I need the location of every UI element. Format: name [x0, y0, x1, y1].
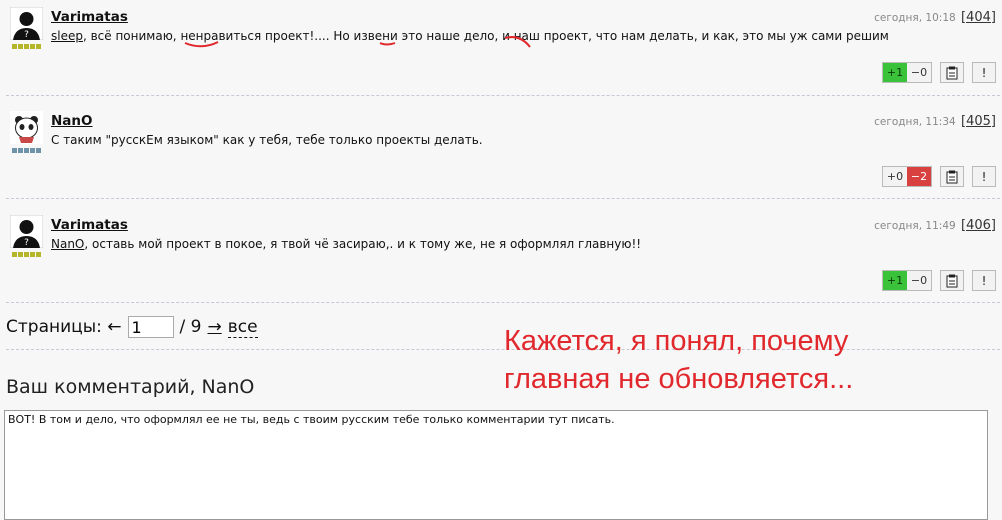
comment-controls: +1 −0 ! [882, 270, 996, 291]
comment-406: ? Varimatas сегодня, 11:49 [406] NanO, о… [0, 208, 1002, 303]
user-rating-indicator [12, 252, 41, 257]
vote-down-button[interactable]: −0 [907, 63, 931, 82]
pagination: Страницы: ← / 9 → все [6, 316, 258, 338]
comment-meta: сегодня, 11:49 [406] [874, 218, 996, 233]
quote-button[interactable] [940, 270, 964, 291]
default-avatar-icon[interactable]: ? [10, 215, 43, 248]
comment-405: NanO сегодня, 11:34 [405] С таким "русск… [0, 104, 1002, 199]
pagination-all-link[interactable]: все [227, 317, 258, 338]
report-button[interactable]: ! [972, 62, 996, 83]
clipboard-icon [946, 274, 958, 287]
clipboard-icon [946, 170, 958, 183]
pagination-next-link[interactable]: → [207, 317, 221, 337]
vote-up-button[interactable]: +1 [883, 271, 907, 290]
comment-text: NanO, оставь мой проект в покое, я твой … [51, 237, 642, 251]
vote-down-button[interactable]: −0 [907, 271, 931, 290]
comment-number-link[interactable]: [405] [961, 114, 996, 129]
red-underline-marks [184, 36, 531, 48]
comment-separator [6, 95, 1000, 96]
user-rating-indicator [12, 148, 41, 153]
pagination-total: / 9 [179, 317, 202, 337]
comment-text: С таким "русскЕм языком" как у тебя, теб… [51, 133, 483, 147]
pagination-prev-label[interactable]: Страницы: ← [6, 317, 122, 337]
red-annotation-text: Кажется, я понял, почему главная не обно… [504, 325, 854, 395]
report-button[interactable]: ! [972, 166, 996, 187]
comment-number-link[interactable]: [406] [961, 218, 996, 233]
comment-separator [6, 302, 1000, 303]
vote-up-button[interactable]: +0 [883, 167, 907, 186]
comment-textarea[interactable]: ВОТ! В том и дело, что оформлял ее не ты… [4, 410, 988, 520]
quote-button[interactable] [940, 62, 964, 83]
comment-controls: +1 −0 ! [882, 62, 996, 83]
vote-widget: +1 −0 [882, 270, 932, 291]
comment-time: сегодня, 11:34 [874, 116, 956, 128]
reply-ref-link[interactable]: NanO [51, 237, 84, 251]
vote-widget: +1 −0 [882, 62, 932, 83]
quote-button[interactable] [940, 166, 964, 187]
comment-form-title: Ваш комментарий, NanO [6, 376, 255, 398]
comment-meta: сегодня, 11:34 [405] [874, 114, 996, 129]
page-number-input[interactable] [127, 316, 174, 338]
report-button[interactable]: ! [972, 270, 996, 291]
vote-up-button[interactable]: +1 [883, 63, 907, 82]
comment-author[interactable]: NanO [51, 113, 93, 129]
comment-time: сегодня, 11:49 [874, 220, 956, 232]
comment-author[interactable]: Varimatas [51, 217, 128, 233]
vote-widget: +0 −2 [882, 166, 932, 187]
comment-controls: +0 −2 ! [882, 166, 996, 187]
panda-avatar-icon[interactable] [10, 111, 43, 144]
vote-down-button[interactable]: −2 [907, 167, 931, 186]
svg-text:?: ? [24, 238, 29, 248]
comment-404: ? Varimatas сегодня, 10:18 [404] sleep, … [0, 0, 1002, 95]
comment-separator [6, 198, 1000, 199]
clipboard-icon [946, 66, 958, 79]
